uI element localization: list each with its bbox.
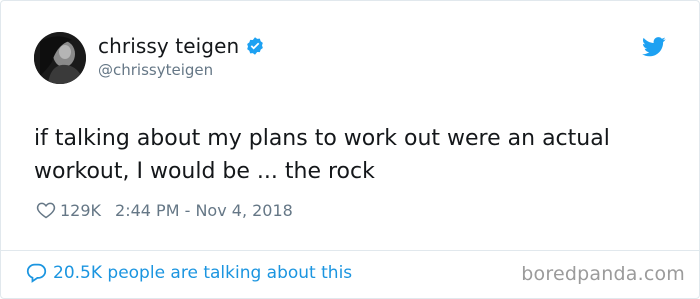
author-display-name[interactable]: chrissy teigen — [98, 33, 239, 59]
author-name-row: chrissy teigen — [98, 33, 265, 59]
avatar-photo — [34, 32, 86, 84]
tweet-meta: 129K 2:44 PM - Nov 4, 2018 — [36, 200, 293, 220]
author-handle[interactable]: @chrissyteigen — [98, 60, 213, 80]
tweet-text: if talking about my plans to work out we… — [34, 126, 610, 184]
heart-icon[interactable] — [36, 200, 56, 220]
avatar[interactable] — [34, 32, 86, 84]
tweet-timestamp[interactable]: 2:44 PM - Nov 4, 2018 — [115, 201, 293, 220]
like-count[interactable]: 129K — [60, 201, 101, 220]
tweet-card: chrissy teigen @chrissyteigen if talking… — [0, 0, 700, 299]
divider — [1, 250, 700, 251]
conversation-link[interactable]: 20.5K people are talking about this — [26, 262, 352, 283]
conversation-label: 20.5K people are talking about this — [53, 262, 353, 283]
twitter-bird-icon[interactable] — [642, 37, 666, 57]
verified-badge-icon — [247, 37, 264, 55]
speech-bubble-icon — [26, 263, 47, 283]
watermark: boredpanda.com — [521, 263, 685, 285]
